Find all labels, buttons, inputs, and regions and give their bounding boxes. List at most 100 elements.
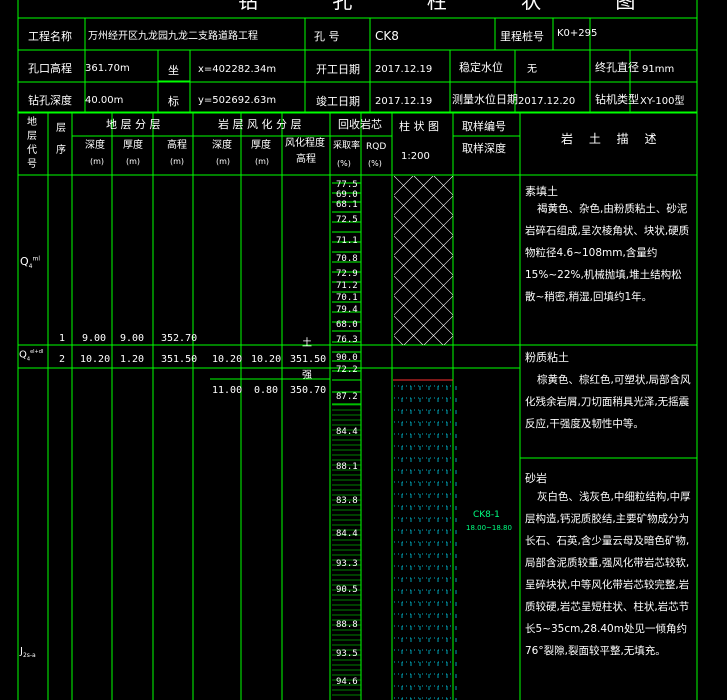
core-rate-value: 70.8 [336,254,358,264]
layer-depth-unit: (m) [90,157,105,166]
core-rate-value: 87.2 [336,392,358,402]
desc-sandstone-text: 灰白色、浅灰色,中细粒结构,中厚层构造,钙泥质胶结,主要矿物成分为长石、石英,含… [525,491,691,657]
weathering-2-degree: 强 [302,370,312,381]
core-rate-value: 76.3 [336,335,358,345]
sample-depth: 18.00~18.80 [466,524,512,532]
coordinate-label-2: 标 [168,95,179,108]
core-rate-value: 68.1 [336,200,358,210]
core-rate-value: 90.0 [336,353,358,363]
water-date-value: 2017.12.20 [518,96,576,107]
layer-group-header: 地 层 分 层 [106,118,161,131]
layer-1-thickness: 9.00 [120,333,145,344]
layer-2-thickness: 1.20 [120,354,145,365]
geo-code-sandstone-sub: 2s-a [22,652,36,659]
sample-depth-header: 取样深度 [462,142,506,155]
weathering-1-depth: 10.20 [212,354,243,365]
project-name-label: 工程名称 [28,30,72,43]
mileage-label: 里程桩号 [500,30,544,43]
desc-fill-text: 褐黄色、杂色,由粉质粘土、砂泥岩碎石组成,呈次棱角状、块状,硬质物粒径4.6~1… [525,203,690,303]
weathering-depth-header: 深度 [212,140,232,151]
geo-code-clay: Q4el+dl [19,350,43,362]
layer-thickness-header: 厚度 [123,140,143,151]
weathering-thickness-header: 厚度 [251,140,271,151]
desc-clay-text: 棕黄色、棕红色,可塑状,局部含风化残余岩屑,刀切面稍具光泽,无摇震反应,干强度及… [525,374,691,430]
borehole-log-sheet: 钻 孔 柱 状 图 工程名称 万州经开区九龙园九龙二支路道路工程 孔 号 CK8… [0,0,727,700]
core-rate-unit: (%) [337,159,351,168]
geo-code-fill-sup: ml [32,255,41,263]
coordinate-label-1: 坐 [168,64,179,77]
geo-code-fill-main: Q [20,255,29,268]
weathering-1-degree: 土 [302,338,312,349]
weathering-thickness-unit: (m) [255,157,270,166]
start-date-label: 开工日期 [316,63,360,76]
weathering-2-thickness: 0.80 [254,385,279,396]
coordinate-x-value: x=402282.34m [198,64,277,75]
core-rate-value: 77.5 [336,180,358,190]
core-rate-header: 采取率 [333,141,361,151]
weathering-depth-unit: (m) [216,157,231,166]
layer-depth-header: 深度 [85,140,105,151]
water-date-label: 测量水位日期 [452,93,518,106]
project-name-value: 万州经开区九龙园九龙二支路道路工程 [88,31,258,42]
stable-water-value: 无 [527,64,537,75]
geo-code-clay-sup: el+dl [30,349,44,355]
rig-type-label: 钻机类型 [595,93,639,106]
desc-clay-title: 粉质粘土 [525,351,569,364]
core-rate-value: 72.9 [336,269,358,279]
core-rate-value: 94.6 [336,677,358,687]
sample-no-header: 取样编号 [462,120,506,133]
sandstone-dot-pattern [394,385,457,700]
weathering-2-elev: 350.70 [290,385,327,396]
scale-label: 1:200 [401,151,430,162]
core-rate-value: 71.2 [336,281,358,291]
elevation-value: 361.70m [85,63,130,74]
geo-code-clay-sub: 4 [26,356,31,363]
core-rate-value: 79.4 [336,305,358,315]
end-date-label: 竣工日期 [316,95,360,108]
core-rate-value: 93.3 [336,559,358,569]
geo-code-sandstone: J2s-a [20,647,36,659]
core-rate-value: 71.1 [336,236,358,246]
description-header: 岩 土 描 述 [561,132,663,146]
core-rate-value: 83.8 [336,496,358,506]
rqd-unit: (%) [368,159,382,168]
layer-1-depth: 9.00 [82,333,107,344]
mileage-value: K0+295 [557,28,598,39]
core-rate-value: 68.0 [336,320,358,330]
core-rate-value: 88.1 [336,462,358,472]
coordinate-y-value: y=502692.63m [198,95,277,106]
core-rate-value: 84.4 [336,529,358,539]
geo-code-clay-main: Q [19,349,27,361]
layer-2-no: 2 [59,354,66,365]
column-graph-header: 柱 状 图 [399,120,439,133]
weathering-elev-header: 高程 [296,154,316,165]
sample-id: CK8-1 [473,510,500,520]
layer-1-elev: 352.70 [161,333,198,344]
core-rate-value: 72.2 [336,365,358,375]
weathering-2-depth: 11.00 [212,385,243,396]
depth-label: 钻孔深度 [28,94,72,107]
start-date-value: 2017.12.19 [375,64,433,75]
diameter-label: 终孔直径 [595,61,639,74]
end-date-value: 2017.12.19 [375,96,433,107]
core-rate-value: 72.5 [336,215,358,225]
layer-thickness-unit: (m) [126,157,141,166]
recovery-group-header: 回收岩芯 [338,118,382,131]
core-rate-value: 93.5 [336,649,358,659]
layer-elev-unit: (m) [170,157,185,166]
stable-water-label: 稳定水位 [459,61,503,74]
geo-code-header: 地层代号 [27,117,37,170]
layer-no-header: 层序 [56,123,66,156]
rig-type-value: XY-100型 [640,96,685,107]
desc-fill-title: 素填土 [525,185,558,198]
rqd-header: RQD [366,142,387,152]
depth-value: 40.00m [85,95,124,106]
weathering-1-elev: 351.50 [290,354,327,365]
elevation-label: 孔口高程 [28,62,72,75]
core-rate-value: 70.1 [336,293,358,303]
layer-elev-header: 高程 [167,140,187,151]
core-rate-value: 69.0 [336,190,358,200]
layer-1-no: 1 [59,333,66,344]
weathering-group-header: 岩 层 风 化 分 层 [218,118,302,131]
hole-no-value: CK8 [375,29,399,43]
